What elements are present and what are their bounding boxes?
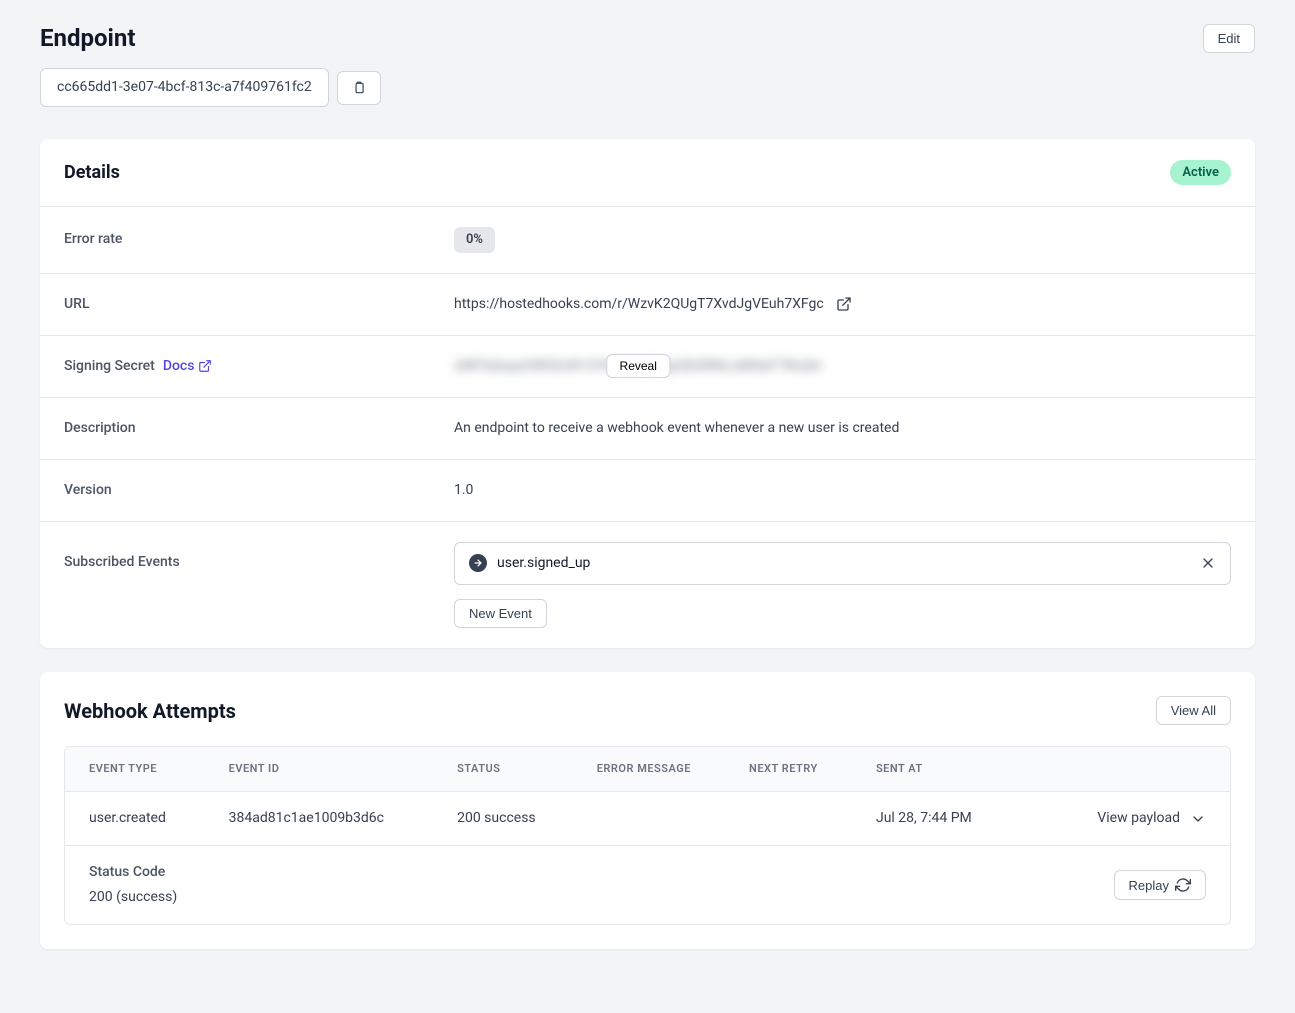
endpoint-id-display: cc665dd1-3e07-4bcf-813c-a7f409761fc2	[40, 68, 329, 107]
clipboard-icon	[352, 80, 366, 96]
event-name: user.signed_up	[497, 553, 1190, 574]
copy-id-button[interactable]	[337, 71, 381, 105]
arrow-circle-icon	[469, 554, 487, 572]
cell-event-type: user.created	[89, 808, 229, 829]
error-rate-value: 0%	[454, 227, 495, 253]
attempts-card: Webhook Attempts View All Event Type Eve…	[40, 672, 1255, 950]
view-payload-label: View payload	[1097, 808, 1180, 829]
subscribed-events-label: Subscribed Events	[64, 542, 454, 573]
status-code-label: Status Code	[89, 862, 177, 883]
reveal-secret-button[interactable]: Reveal	[607, 354, 670, 378]
version-label: Version	[64, 480, 454, 501]
page-title: Endpoint	[40, 20, 135, 56]
attempts-title: Webhook Attempts	[64, 696, 236, 726]
col-error-message: Error Message	[597, 761, 749, 778]
version-value: 1.0	[454, 480, 1231, 501]
external-link-icon	[198, 359, 212, 373]
col-event-type: Event Type	[89, 761, 229, 778]
chevron-down-icon	[1190, 811, 1206, 827]
open-url-link[interactable]	[836, 296, 852, 312]
cell-status: 200 success	[457, 808, 597, 829]
subscribed-event-item: user.signed_up	[454, 542, 1231, 585]
status-code-value: 200 (success)	[89, 887, 177, 908]
table-row[interactable]: user.created 384ad81c1ae1009b3d6c 200 su…	[65, 792, 1230, 846]
edit-button[interactable]: Edit	[1203, 24, 1255, 53]
docs-link-text: Docs	[163, 356, 195, 377]
replay-label: Replay	[1129, 878, 1169, 893]
close-icon	[1200, 555, 1216, 571]
error-rate-label: Error rate	[64, 229, 454, 250]
description-label: Description	[64, 418, 454, 439]
col-status: Status	[457, 761, 597, 778]
attempts-table-header: Event Type Event ID Status Error Message…	[65, 747, 1230, 793]
cell-sent-at: Jul 28, 7:44 PM	[876, 808, 1041, 829]
signing-secret-label: Signing Secret	[64, 356, 155, 377]
url-label: URL	[64, 294, 454, 315]
status-badge: Active	[1170, 160, 1231, 186]
new-event-button[interactable]: New Event	[454, 599, 547, 628]
description-value: An endpoint to receive a webhook event w…	[454, 418, 1231, 439]
external-link-icon	[836, 296, 852, 312]
replay-button[interactable]: Replay	[1114, 870, 1206, 900]
expanded-row: Status Code 200 (success) Replay	[65, 846, 1230, 924]
refresh-icon	[1175, 877, 1191, 893]
url-value: https://hostedhooks.com/r/WzvK2QUgT7XvdJ…	[454, 294, 824, 315]
view-all-button[interactable]: View All	[1156, 696, 1231, 725]
remove-event-button[interactable]	[1200, 555, 1216, 571]
cell-event-id: 384ad81c1ae1009b3d6c	[229, 808, 457, 829]
col-next-retry: Next Retry	[749, 761, 876, 778]
col-event-id: Event ID	[229, 761, 457, 778]
details-title: Details	[64, 159, 120, 186]
docs-link[interactable]: Docs	[163, 356, 213, 377]
view-payload-toggle[interactable]: View payload	[1041, 808, 1206, 829]
col-sent-at: Sent At	[876, 761, 1041, 778]
details-card: Details Active Error rate 0% URL https:/…	[40, 139, 1255, 648]
